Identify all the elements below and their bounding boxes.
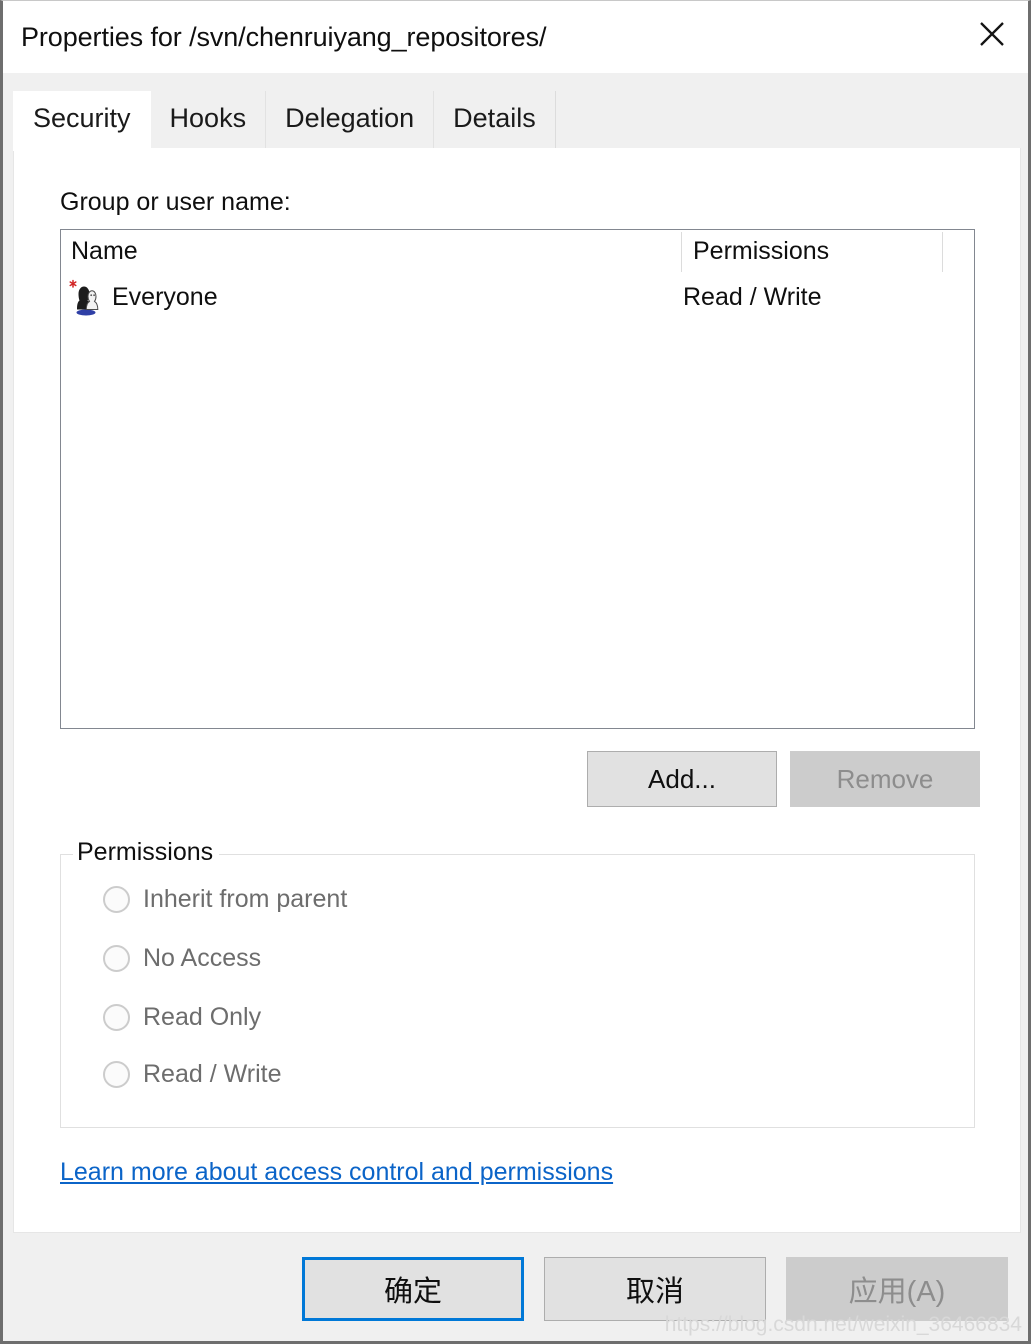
tab-list: Security Hooks Delegation Details: [13, 91, 556, 151]
row-name-text: Everyone: [112, 282, 218, 311]
learn-more-link[interactable]: Learn more about access control and perm…: [60, 1158, 613, 1187]
tab-details[interactable]: Details: [433, 91, 556, 149]
tab-delegation-label: Delegation: [285, 102, 415, 133]
tab-security-label: Security: [33, 102, 131, 133]
radio-icon: [103, 886, 130, 913]
table-row[interactable]: Everyone Read / Write: [61, 272, 974, 322]
tab-details-label: Details: [453, 102, 536, 133]
add-button[interactable]: Add...: [587, 751, 777, 807]
radio-inherit-from-parent: Inherit from parent: [103, 885, 347, 914]
radio-no-access: No Access: [103, 944, 261, 973]
properties-dialog-window: Properties for /svn/chenruiyang_reposito…: [0, 0, 1031, 1344]
column-header-name[interactable]: Name: [71, 230, 138, 272]
cancel-button-label: 取消: [625, 1276, 684, 1308]
radio-icon: [103, 945, 130, 972]
remove-button: Remove: [790, 751, 980, 807]
remove-button-label: Remove: [836, 763, 934, 794]
cancel-button[interactable]: 取消: [544, 1257, 766, 1321]
tab-strip: Security Hooks Delegation Details: [3, 73, 1028, 151]
window-title: Properties for /svn/chenruiyang_reposito…: [21, 22, 547, 52]
security-tab-panel: Group or user name: Name Permissions Eve…: [13, 148, 1021, 1233]
radio-read-write-label: Read / Write: [143, 1060, 282, 1088]
radio-icon: [103, 1004, 130, 1031]
tab-delegation[interactable]: Delegation: [265, 91, 435, 149]
apply-button-label: 应用(A): [848, 1276, 946, 1308]
column-divider-2[interactable]: [942, 232, 943, 272]
column-divider-1[interactable]: [681, 232, 682, 272]
row-name-cell: Everyone: [69, 272, 218, 322]
radio-no-access-label: No Access: [143, 944, 262, 972]
everyone-user-icon: [69, 278, 112, 316]
radio-inherit-from-parent-label: Inherit from parent: [143, 885, 348, 913]
radio-read-write: Read / Write: [103, 1060, 281, 1089]
close-icon: [977, 19, 1007, 49]
ok-button-label: 确定: [383, 1276, 442, 1308]
tab-security[interactable]: Security: [13, 91, 151, 151]
group-user-listbox[interactable]: Name Permissions Everyone Read / Write: [60, 229, 975, 729]
permissions-group-legend: Permissions: [73, 838, 220, 867]
tab-hooks-label: Hooks: [169, 102, 247, 133]
column-header-permissions[interactable]: Permissions: [693, 230, 829, 272]
listbox-header: Name Permissions: [61, 230, 974, 272]
close-button[interactable]: [956, 1, 1028, 67]
group-or-user-name-label: Group or user name:: [60, 188, 291, 216]
radio-read-only: Read Only: [103, 1003, 261, 1032]
tab-hooks[interactable]: Hooks: [149, 91, 267, 149]
apply-button: 应用(A): [786, 1257, 1008, 1321]
add-button-label: Add...: [648, 763, 716, 794]
radio-read-only-label: Read Only: [143, 1003, 262, 1031]
radio-icon: [103, 1061, 130, 1088]
title-bar: Properties for /svn/chenruiyang_reposito…: [3, 1, 1028, 73]
permissions-group-box: Permissions Inherit from parent No Acces…: [60, 838, 975, 1128]
ok-button[interactable]: 确定: [302, 1257, 524, 1321]
row-permissions-cell: Read / Write: [683, 282, 822, 311]
